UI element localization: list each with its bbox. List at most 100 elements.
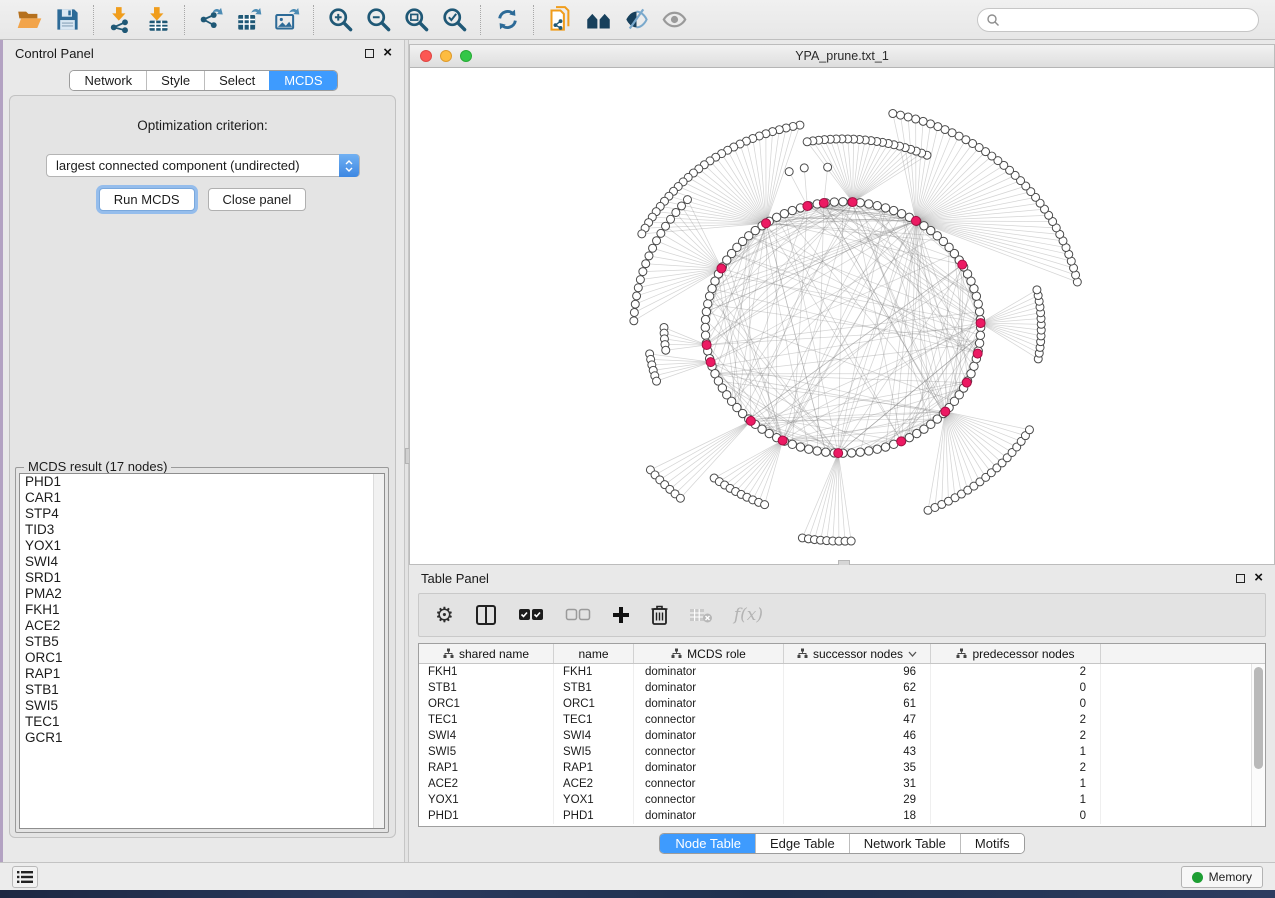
refresh-button[interactable]	[488, 3, 526, 37]
table-row[interactable]: RAP1RAP1dominator352	[419, 760, 1251, 776]
tab-select[interactable]: Select	[204, 71, 269, 90]
column-header-shared-name[interactable]: shared name	[419, 644, 554, 663]
list-item[interactable]: FKH1	[20, 602, 384, 618]
import-table-icon	[145, 6, 172, 33]
table-row[interactable]: ACE2ACE2connector311	[419, 776, 1251, 792]
memory-label: Memory	[1209, 870, 1252, 884]
zoom-fit-button[interactable]	[397, 3, 435, 37]
tab-style[interactable]: Style	[146, 71, 204, 90]
list-item[interactable]: STB5	[20, 634, 384, 650]
mcds-panel: Optimization criterion: largest connecte…	[9, 95, 396, 838]
list-item[interactable]: STB1	[20, 682, 384, 698]
overview-button[interactable]	[579, 3, 617, 37]
hide-panels-button[interactable]	[617, 3, 655, 37]
table-row[interactable]: SWI4SWI4dominator462	[419, 728, 1251, 744]
status-bar: Memory	[0, 862, 1275, 890]
tab-motifs[interactable]: Motifs	[960, 834, 1024, 853]
list-item[interactable]: SRD1	[20, 570, 384, 586]
criterion-dropdown[interactable]: largest connected component (undirected)	[46, 154, 360, 177]
toolbar-separator	[93, 5, 94, 35]
tab-node-table[interactable]: Node Table	[660, 834, 755, 853]
import-network-button[interactable]	[101, 3, 139, 37]
close-panel-icon[interactable]: ×	[1254, 573, 1263, 583]
table-row[interactable]: YOX1YOX1connector291	[419, 792, 1251, 808]
table-cell: 61	[784, 696, 931, 712]
delete-column-icon[interactable]	[651, 605, 668, 625]
table-cell: 0	[931, 680, 1101, 696]
table-row[interactable]: ORC1ORC1dominator610	[419, 696, 1251, 712]
export-table-button[interactable]	[230, 3, 268, 37]
memory-button[interactable]: Memory	[1181, 866, 1263, 888]
import-table-button[interactable]	[139, 3, 177, 37]
zoom-window-button[interactable]	[460, 50, 472, 62]
list-item[interactable]: CAR1	[20, 490, 384, 506]
tab-mcds[interactable]: MCDS	[269, 71, 336, 90]
table-row[interactable]: STB1STB1dominator620	[419, 680, 1251, 696]
list-item[interactable]: ACE2	[20, 618, 384, 634]
list-item[interactable]: GCR1	[20, 730, 384, 746]
mcds-result-list[interactable]: PHD1CAR1STP4TID3YOX1SWI4SRD1PMA2FKH1ACE2…	[19, 473, 385, 829]
zoom-out-button[interactable]	[359, 3, 397, 37]
select-all-icon[interactable]	[518, 608, 544, 622]
run-mcds-button[interactable]: Run MCDS	[99, 188, 195, 211]
list-item[interactable]: TID3	[20, 522, 384, 538]
table-tab-bar: Node Table Edge Table Network Table Moti…	[659, 833, 1024, 854]
deselect-all-icon[interactable]	[565, 608, 591, 622]
table-cell: SWI4	[554, 728, 634, 744]
tab-network-table[interactable]: Network Table	[849, 834, 960, 853]
table-row[interactable]: FKH1FKH1dominator962	[419, 664, 1251, 680]
show-eye-button[interactable]	[655, 3, 693, 37]
column-header-name[interactable]: name	[554, 644, 634, 663]
network-graph[interactable]	[410, 68, 1274, 564]
zoom-in-button[interactable]	[321, 3, 359, 37]
close-window-button[interactable]	[420, 50, 432, 62]
open-session-button[interactable]	[10, 3, 48, 37]
close-panel-button[interactable]: Close panel	[208, 188, 307, 211]
table-scrollbar[interactable]	[1251, 664, 1265, 826]
list-icon	[17, 871, 33, 883]
tab-edge-table[interactable]: Edge Table	[755, 834, 849, 853]
table-row[interactable]: TEC1TEC1connector472	[419, 712, 1251, 728]
refresh-icon	[494, 6, 521, 33]
list-item[interactable]: ORC1	[20, 650, 384, 666]
search-input[interactable]	[1000, 13, 1258, 27]
list-item[interactable]: SWI4	[20, 554, 384, 570]
mcds-result-group: MCDS result (17 nodes) PHD1CAR1STP4TID3Y…	[15, 467, 389, 833]
list-item[interactable]: PMA2	[20, 586, 384, 602]
table-cell: 0	[931, 696, 1101, 712]
table-row[interactable]: PHD1PHD1dominator180	[419, 808, 1251, 824]
save-session-button[interactable]	[48, 3, 86, 37]
column-header-predecessor-nodes[interactable]: predecessor nodes	[931, 644, 1101, 663]
list-item[interactable]: STP4	[20, 506, 384, 522]
float-panel-icon[interactable]	[365, 49, 374, 58]
gear-icon[interactable]: ⚙	[435, 603, 454, 627]
table-cell: 29	[784, 792, 931, 808]
list-item[interactable]: TEC1	[20, 714, 384, 730]
add-column-icon[interactable]	[612, 606, 630, 624]
table-cell	[1101, 744, 1251, 760]
clone-network-button[interactable]	[541, 3, 579, 37]
close-panel-icon[interactable]: ×	[383, 48, 392, 58]
list-item[interactable]: YOX1	[20, 538, 384, 554]
network-canvas[interactable]	[410, 68, 1274, 564]
table-cell: 96	[784, 664, 931, 680]
columns-icon[interactable]	[475, 604, 497, 626]
list-item[interactable]: PHD1	[20, 474, 384, 490]
panel-menu-button[interactable]	[12, 866, 38, 888]
float-panel-icon[interactable]	[1236, 574, 1245, 583]
column-header-successor-nodes[interactable]: successor nodes	[784, 644, 931, 663]
scrollbar-thumb[interactable]	[1254, 667, 1263, 769]
minimize-window-button[interactable]	[440, 50, 452, 62]
table-row[interactable]: SWI5SWI5connector431	[419, 744, 1251, 760]
search-box[interactable]	[977, 8, 1259, 32]
export-image-button[interactable]	[268, 3, 306, 37]
network-titlebar[interactable]: YPA_prune.txt_1	[410, 45, 1274, 68]
list-item[interactable]: RAP1	[20, 666, 384, 682]
export-network-button[interactable]	[192, 3, 230, 37]
column-header-mcds-role[interactable]: MCDS role	[634, 644, 784, 663]
zoom-selected-button[interactable]	[435, 3, 473, 37]
table-cell: FKH1	[554, 664, 634, 680]
list-scrollbar[interactable]	[373, 474, 384, 828]
tab-network[interactable]: Network	[70, 71, 146, 90]
list-item[interactable]: SWI5	[20, 698, 384, 714]
